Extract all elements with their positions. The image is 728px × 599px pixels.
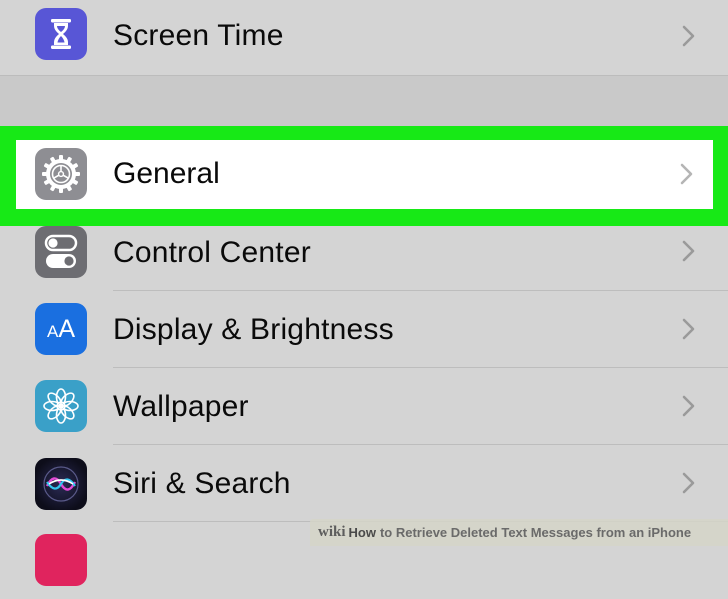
chevron-right-icon xyxy=(682,318,695,340)
settings-row-wallpaper[interactable]: Wallpaper xyxy=(0,368,728,445)
chevron-right-icon xyxy=(682,25,695,47)
watermark-title: to Retrieve Deleted Text Messages from a… xyxy=(379,525,692,540)
settings-row-label: Siri & Search xyxy=(113,467,291,500)
chevron-right-icon xyxy=(682,472,695,494)
settings-row-siri-search[interactable]: Siri & Search xyxy=(0,445,728,522)
chevron-right-icon xyxy=(682,395,695,417)
settings-row-label: Wallpaper xyxy=(113,390,249,423)
wikihow-watermark: wiki How to Retrieve Deleted Text Messag… xyxy=(310,519,728,546)
hourglass-icon xyxy=(35,8,87,60)
settings-row-label: Display & Brightness xyxy=(113,313,394,346)
siri-icon xyxy=(35,458,87,510)
watermark-brand: wiki xyxy=(318,524,346,540)
settings-row-general[interactable]: General xyxy=(16,140,713,209)
toggle-switches-icon xyxy=(35,226,87,278)
gear-icon xyxy=(35,148,87,200)
app-icon-partial xyxy=(35,534,87,586)
settings-row-label: General xyxy=(113,157,220,190)
watermark-how: How xyxy=(348,525,376,540)
settings-row-label: Screen Time xyxy=(113,19,284,52)
settings-row-label: Control Center xyxy=(113,236,311,269)
text-size-icon: AA xyxy=(35,303,87,355)
flower-icon xyxy=(35,380,87,432)
group-separator xyxy=(0,75,728,127)
settings-row-display-brightness[interactable]: AA Display & Brightness xyxy=(0,291,728,368)
chevron-right-icon xyxy=(680,163,693,185)
settings-row-screen-time[interactable]: Screen Time xyxy=(0,0,728,75)
chevron-right-icon xyxy=(682,240,695,262)
